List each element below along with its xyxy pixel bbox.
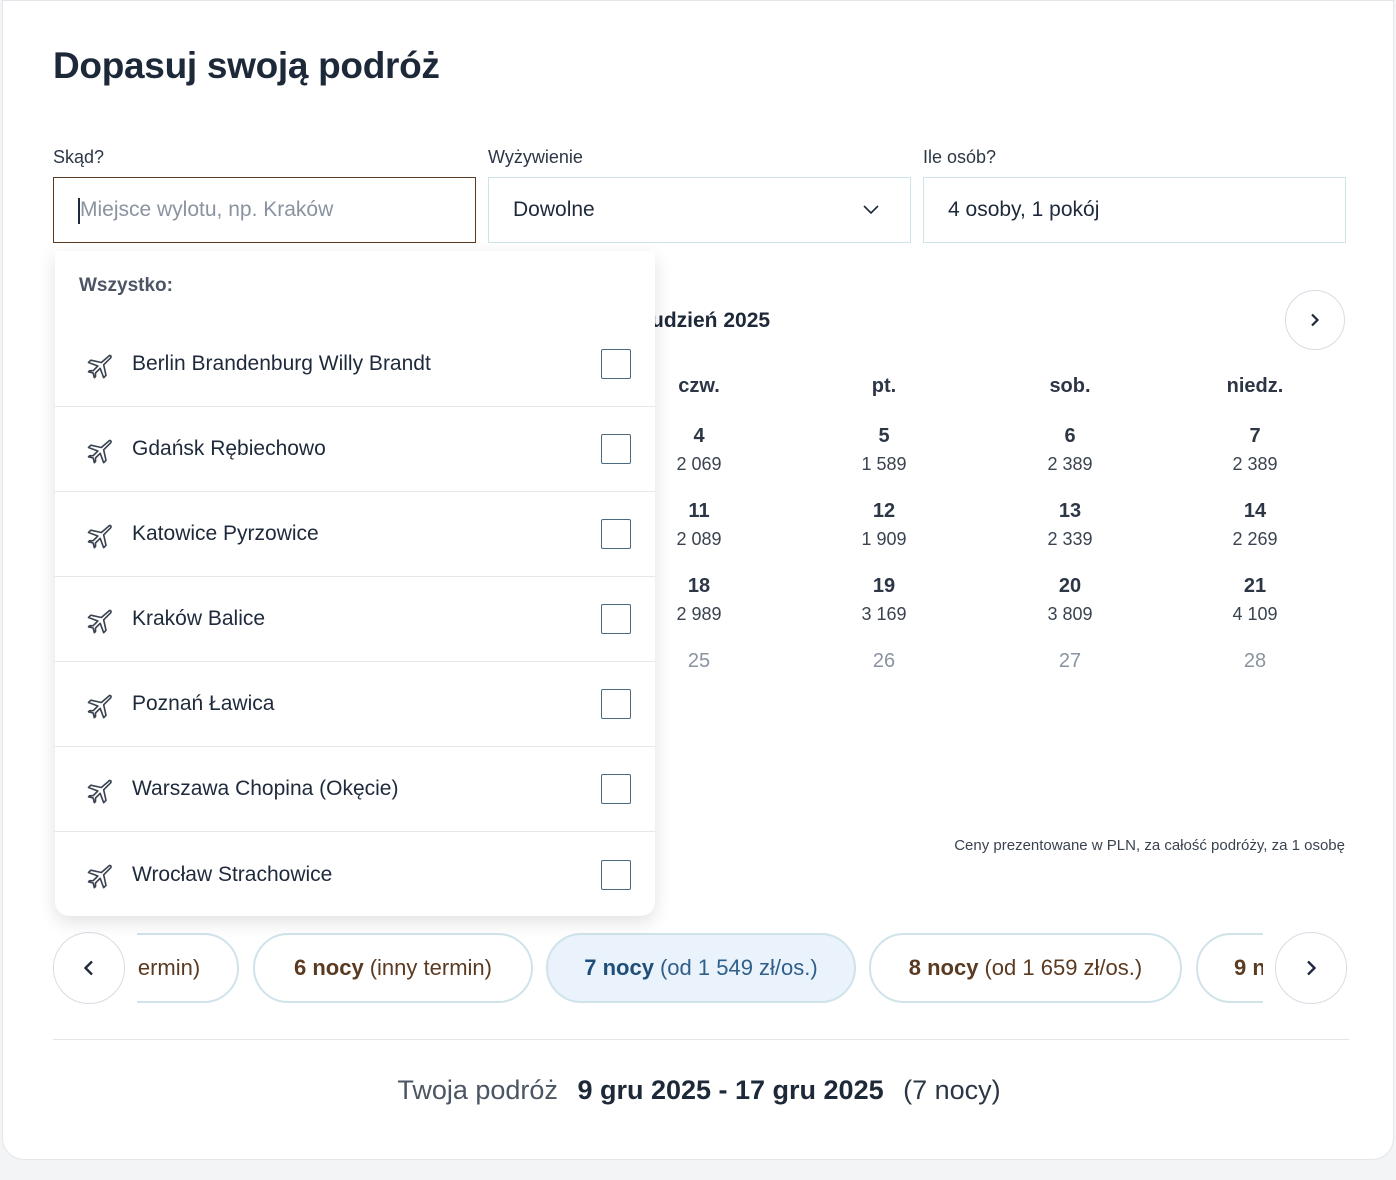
checkbox[interactable]: [601, 519, 631, 549]
calendar-day-unavailable: 26: [872, 650, 896, 672]
plane-icon: [87, 609, 112, 634]
dropdown-heading: Wszystko:: [79, 275, 173, 296]
trip-summary-label: Twoja podróż: [397, 1075, 558, 1105]
checkbox[interactable]: [601, 689, 631, 719]
board-select[interactable]: Dowolne: [488, 177, 911, 243]
people-field[interactable]: 4 osoby, 1 pokój: [923, 177, 1346, 243]
price-note: Ceny prezentowane w PLN, za całość podró…: [954, 837, 1345, 854]
trip-summary-nights: (7 nocy): [903, 1075, 1001, 1105]
airport-option[interactable]: Berlin Brandenburg Willy Brandt: [55, 322, 655, 407]
calendar-day[interactable]: 18 2 989: [639, 575, 759, 625]
calendar-next-button[interactable]: [1285, 290, 1345, 350]
calendar-day-unavailable: 25: [687, 650, 711, 672]
airport-option[interactable]: Warszawa Chopina (Okęcie): [55, 747, 655, 832]
plane-icon: [87, 524, 112, 549]
nights-selector: ermin) 6 nocy (inny termin) 7 nocy (od 1 5…: [53, 931, 1349, 1005]
board-select-value: Dowolne: [513, 198, 595, 221]
departure-dropdown: Wszystko: Berlin Brandenburg Willy Brand…: [55, 251, 655, 916]
trip-summary: Twoja podróż 9 gru 2025 - 17 gru 2025 (7…: [3, 1075, 1395, 1106]
trip-customizer-card: Dopasuj swoją podróż Skąd? Wyżywienie Il…: [2, 0, 1394, 1160]
chevron-down-icon: [863, 205, 879, 215]
calendar-month-title: udzień 2025: [651, 309, 771, 332]
calendar-day[interactable]: 14 2 269: [1195, 500, 1315, 550]
plane-icon: [87, 864, 112, 889]
plane-icon: [87, 354, 112, 379]
board-label: Wyżywienie: [488, 147, 583, 167]
trip-summary-dates: 9 gru 2025 - 17 gru 2025: [577, 1075, 884, 1105]
calendar-day[interactable]: 11 2 089: [639, 500, 759, 550]
airport-option[interactable]: Kraków Balice: [55, 577, 655, 662]
departure-field[interactable]: [53, 177, 476, 243]
weekday-fri: pt.: [871, 375, 897, 397]
calendar-day[interactable]: 21 4 109: [1195, 575, 1315, 625]
chevron-right-icon: [1307, 960, 1317, 976]
plane-icon: [87, 779, 112, 804]
checkbox[interactable]: [601, 349, 631, 379]
from-label: Skąd?: [53, 147, 105, 167]
checkbox[interactable]: [601, 859, 631, 890]
calendar-day[interactable]: 12 1 909: [824, 500, 944, 550]
calendar-day[interactable]: 51 589: [824, 425, 944, 475]
nights-next-button[interactable]: [1275, 932, 1347, 1004]
weekday-thu: czw.: [678, 375, 720, 397]
nights-option[interactable]: 6 nocy (inny termin): [253, 933, 533, 1003]
weekday-sat: sob.: [1049, 375, 1091, 397]
calendar-day[interactable]: 19 3 169: [824, 575, 944, 625]
calendar-day[interactable]: 13 2 339: [1010, 500, 1130, 550]
checkbox[interactable]: [601, 604, 631, 634]
calendar-day[interactable]: 62 389: [1010, 425, 1130, 475]
page-title: Dopasuj swoją podróż: [53, 45, 440, 86]
airport-option[interactable]: Katowice Pyrzowice: [55, 492, 655, 577]
calendar-day-unavailable: 28: [1243, 650, 1267, 672]
people-label: Ile osób?: [923, 147, 997, 167]
nights-option[interactable]: 8 nocy (od 1 659 zł/os.): [869, 933, 1182, 1003]
airport-option[interactable]: Gdańsk Rębiechowo: [55, 407, 655, 492]
airport-option[interactable]: Wrocław Strachowice: [55, 832, 655, 917]
weekday-sun: niedz.: [1226, 375, 1284, 397]
chevron-left-icon: [83, 960, 93, 976]
departure-input[interactable]: [78, 197, 475, 223]
chevron-right-icon: [1311, 313, 1320, 327]
calendar-day[interactable]: 72 389: [1195, 425, 1315, 475]
calendar-day[interactable]: 20 3 809: [1010, 575, 1130, 625]
text-caret: [78, 198, 80, 224]
airport-option[interactable]: Poznań Ławica: [55, 662, 655, 747]
calendar-day-unavailable: 27: [1058, 650, 1082, 672]
plane-icon: [87, 694, 112, 719]
checkbox[interactable]: [601, 434, 631, 464]
nights-prev-button[interactable]: [53, 932, 125, 1004]
checkbox[interactable]: [601, 774, 631, 804]
plane-icon: [87, 439, 112, 464]
nights-option-selected[interactable]: 7 nocy (od 1 549 zł/os.): [546, 933, 856, 1003]
people-field-value: 4 osoby, 1 pokój: [948, 198, 1100, 221]
calendar-day[interactable]: 42 069: [639, 425, 759, 475]
divider: [53, 1039, 1349, 1040]
